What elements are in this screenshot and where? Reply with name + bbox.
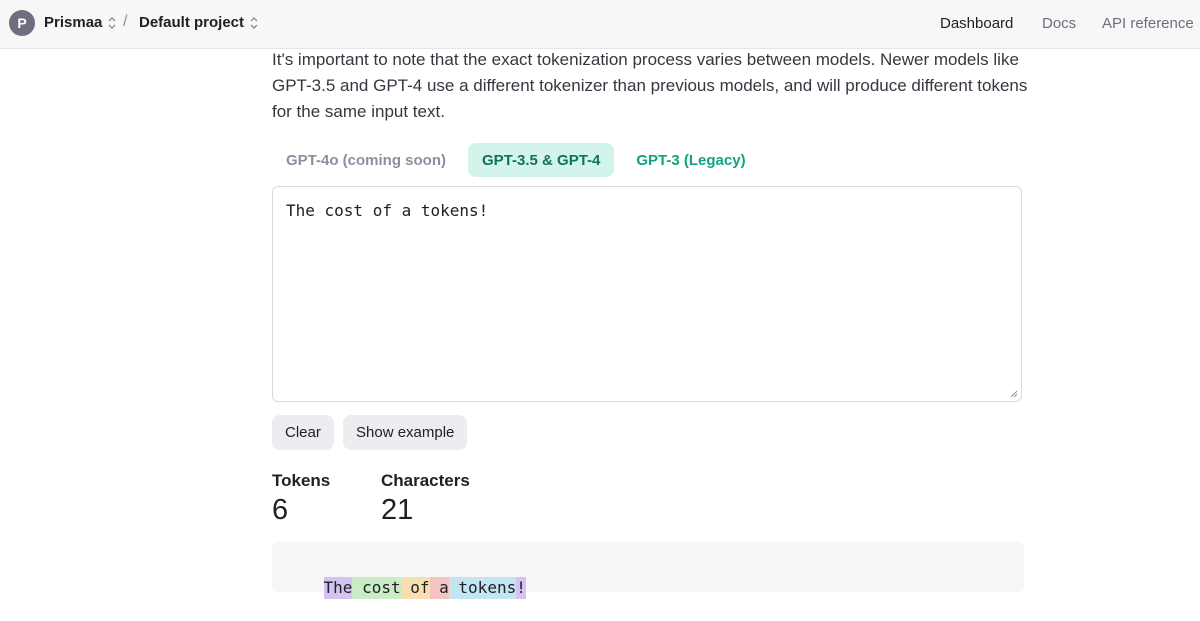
breadcrumb-separator: / [123, 13, 128, 30]
tokens-label: Tokens [272, 471, 331, 490]
nav-docs[interactable]: Docs [1042, 15, 1076, 32]
intro-paragraph: It's important to note that the exact to… [272, 50, 1028, 121]
org-switcher[interactable]: Prismaa [44, 14, 117, 31]
tab-gpt-3-legacy[interactable]: GPT-3 (Legacy) [622, 143, 759, 177]
org-avatar[interactable]: P [9, 10, 35, 36]
token-chip: cost [352, 577, 401, 599]
token-chip: a [429, 577, 449, 599]
token-chip: The [323, 577, 353, 599]
project-name: Default project [139, 14, 245, 31]
tokenizer-input-container [272, 186, 1022, 402]
characters-count: 21 [381, 494, 414, 526]
chevron-updown-icon [250, 16, 258, 29]
org-name: Prismaa [44, 14, 103, 31]
token-chip: of [400, 577, 430, 599]
token-visualization: The cost of a tokens! [272, 542, 1024, 599]
token-chip: tokens [448, 577, 517, 599]
token-row: The cost of a tokens! [285, 555, 526, 621]
top-navbar: P Prismaa / Default project Dashboard Do… [0, 0, 1200, 49]
characters-label: Characters [381, 471, 470, 490]
tab-gpt-35-gpt-4[interactable]: GPT-3.5 & GPT-4 [468, 143, 615, 177]
nav-dashboard[interactable]: Dashboard [940, 15, 1013, 32]
project-switcher[interactable]: Default project [139, 14, 259, 31]
chevron-updown-icon [108, 16, 116, 29]
clear-button[interactable]: Clear [272, 415, 334, 450]
resize-handle-icon[interactable] [1010, 390, 1018, 398]
token-chip: ! [516, 577, 526, 599]
tokenizer-input[interactable] [273, 187, 1021, 401]
model-tabs: GPT-4o (coming soon) GPT-3.5 & GPT-4 GPT… [272, 143, 760, 177]
show-example-button[interactable]: Show example [343, 415, 468, 450]
nav-api-reference[interactable]: API reference [1102, 15, 1194, 32]
tokens-count: 6 [272, 494, 289, 526]
tab-gpt-4o: GPT-4o (coming soon) [286, 151, 446, 169]
